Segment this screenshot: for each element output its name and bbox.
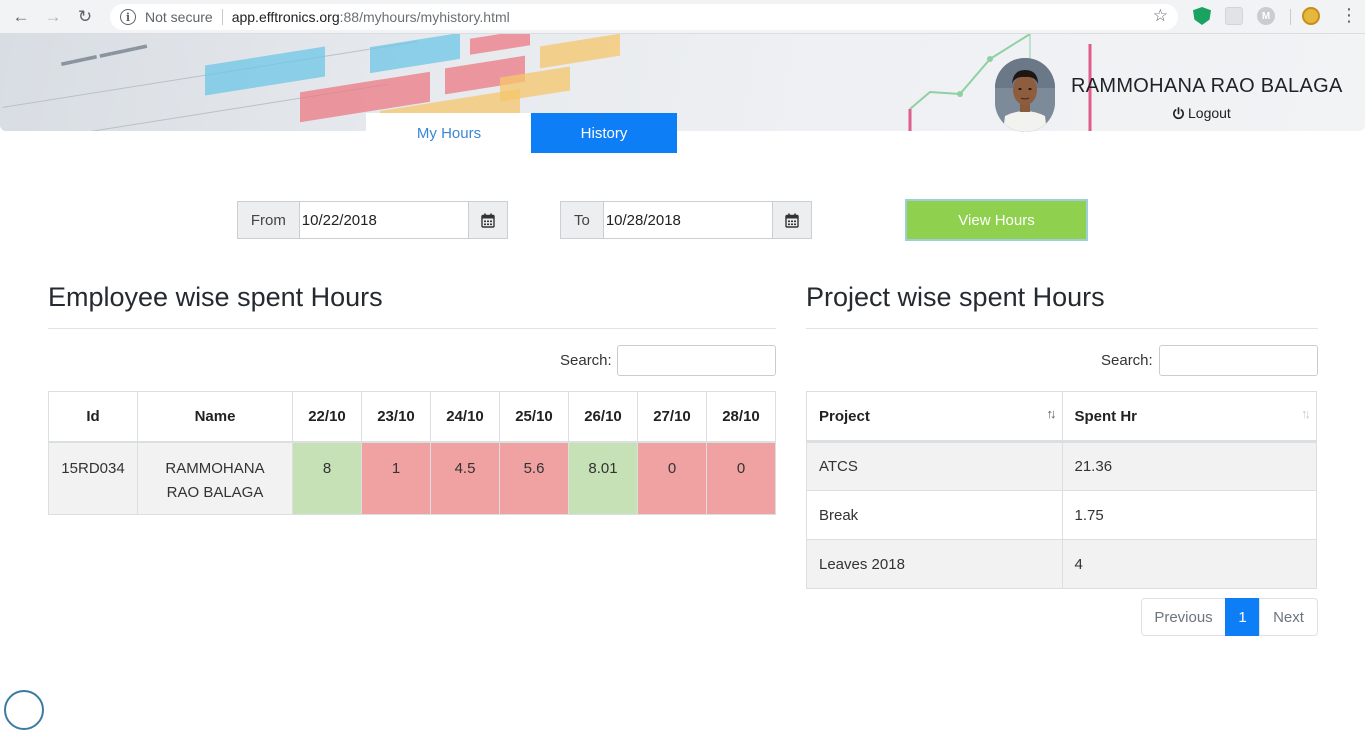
from-label: From — [238, 202, 300, 238]
bookmark-star-icon[interactable]: ☆ — [1153, 6, 1168, 26]
avatar — [995, 58, 1055, 132]
grid-extension-icon[interactable] — [1225, 7, 1243, 25]
url-path: :88/myhours/myhistory.html — [339, 9, 510, 25]
hours-cell: 1 — [361, 441, 431, 515]
employee-name-line: RAMMOHANA — [165, 459, 265, 477]
column-header-date: 23/10 — [361, 391, 431, 443]
project-search-input[interactable] — [1159, 345, 1318, 376]
employee-section-title: Employee wise spent Hours — [48, 282, 383, 312]
tab-my-hours[interactable]: My Hours — [366, 113, 532, 153]
project-name-cell: Leaves 2018 — [806, 539, 1063, 589]
m-extension-icon[interactable]: M — [1257, 7, 1275, 25]
toolbar-divider — [1290, 9, 1291, 25]
employee-search-input[interactable] — [617, 345, 776, 376]
column-header-name: Name — [137, 391, 293, 443]
project-name-cell: Break — [806, 490, 1063, 540]
employee-hours-table: Id Name 22/10 23/10 24/10 25/10 26/10 27… — [48, 391, 776, 515]
table-header-row: Project ↑↓ Spent Hr ↑↓ — [806, 391, 1317, 443]
to-label: To — [561, 202, 604, 238]
project-hours-cell: 21.36 — [1061, 441, 1317, 491]
column-header-date: 25/10 — [499, 391, 569, 443]
reload-icon[interactable]: ↻ — [74, 6, 96, 28]
info-icon[interactable]: i — [120, 9, 136, 25]
security-label: Not secure — [145, 9, 213, 25]
power-icon — [1173, 106, 1184, 119]
project-section-title: Project wise spent Hours — [806, 282, 1105, 312]
view-hours-button[interactable]: View Hours — [905, 199, 1088, 241]
to-date-group: To 10/28/2018 — [560, 201, 812, 239]
employee-search-label: Search: — [560, 352, 612, 369]
hours-cell: 8.01 — [568, 441, 638, 515]
project-search-label: Search: — [1101, 352, 1153, 369]
column-header-date: 22/10 — [292, 391, 362, 443]
project-name-cell: ATCS — [806, 441, 1063, 491]
project-hours-table: Project ↑↓ Spent Hr ↑↓ ATCS 21.36 Break … — [806, 391, 1317, 589]
hours-cell: 0 — [706, 441, 776, 515]
employee-name-line: RAO BALAGA — [166, 483, 264, 501]
employee-section-divider — [48, 328, 776, 329]
from-calendar-button[interactable] — [469, 202, 507, 238]
banner-decor-text: ▬▬▬ ▬▬▬▬ — [59, 37, 148, 69]
table-row: 15RD034 RAMMOHANA RAO BALAGA 8 1 4.5 5.6… — [48, 441, 776, 515]
menu-dots-icon[interactable]: ⋮ — [1340, 6, 1358, 24]
back-icon[interactable]: ← — [10, 6, 32, 28]
column-header-label: Project — [819, 407, 870, 425]
sort-icon[interactable]: ↑↓ — [1301, 406, 1311, 421]
corner-widget-icon[interactable] — [4, 690, 44, 730]
column-header-date: 28/10 — [706, 391, 776, 443]
calendar-icon — [481, 213, 495, 228]
omnibox-divider — [221, 9, 223, 25]
banner-line-graph — [908, 34, 1092, 131]
employee-id-cell: 15RD034 — [48, 441, 138, 515]
sort-ascending-icon[interactable]: ↑↓ — [1047, 406, 1057, 421]
column-header-date: 24/10 — [430, 391, 500, 443]
pagination-previous[interactable]: Previous — [1141, 598, 1226, 636]
user-name: RAMMOHANA RAO BALAGA — [1071, 75, 1343, 97]
project-hours-cell: 1.75 — [1061, 490, 1317, 540]
hours-cell: 4.5 — [430, 441, 500, 515]
address-bar[interactable]: i Not secure app.efftronics.org:88/myhou… — [110, 4, 1178, 30]
pagination-page-1[interactable]: 1 — [1225, 598, 1260, 636]
hours-cell: 0 — [637, 441, 707, 515]
column-header-id: Id — [48, 391, 138, 443]
profile-avatar-icon[interactable] — [1302, 7, 1320, 25]
to-calendar-button[interactable] — [773, 202, 811, 238]
project-section-divider — [806, 328, 1318, 329]
calendar-icon — [785, 213, 799, 228]
column-header-date: 27/10 — [637, 391, 707, 443]
logout-link[interactable]: Logout — [1172, 105, 1231, 121]
table-row: Leaves 2018 4 — [806, 539, 1317, 589]
column-header-spent-hr[interactable]: Spent Hr ↑↓ — [1061, 391, 1317, 443]
column-header-project[interactable]: Project ↑↓ — [806, 391, 1063, 443]
forward-icon[interactable]: → — [42, 6, 64, 28]
tab-history[interactable]: History — [531, 113, 677, 153]
employee-name-cell: RAMMOHANA RAO BALAGA — [137, 441, 293, 515]
banner-decor-block — [470, 34, 530, 55]
shield-extension-icon[interactable] — [1193, 7, 1211, 25]
pagination-next[interactable]: Next — [1259, 598, 1318, 636]
column-header-label: Spent Hr — [1074, 407, 1138, 425]
to-date-input[interactable]: 10/28/2018 — [603, 202, 774, 238]
table-header-row: Id Name 22/10 23/10 24/10 25/10 26/10 27… — [48, 391, 776, 443]
project-hours-cell: 4 — [1061, 539, 1317, 589]
hours-cell: 8 — [292, 441, 362, 515]
browser-toolbar: ← → ↻ i Not secure app.efftronics.org:88… — [0, 0, 1365, 34]
column-header-date: 26/10 — [568, 391, 638, 443]
from-date-group: From 10/22/2018 — [237, 201, 508, 239]
table-row: ATCS 21.36 — [806, 441, 1317, 491]
table-row: Break 1.75 — [806, 490, 1317, 540]
banner-decor-block — [540, 34, 620, 69]
logout-label: Logout — [1188, 105, 1231, 121]
from-date-input[interactable]: 10/22/2018 — [299, 202, 470, 238]
banner-decor-block — [205, 46, 325, 96]
url-host: app.efftronics.org — [231, 9, 340, 25]
hours-cell: 5.6 — [499, 441, 569, 515]
